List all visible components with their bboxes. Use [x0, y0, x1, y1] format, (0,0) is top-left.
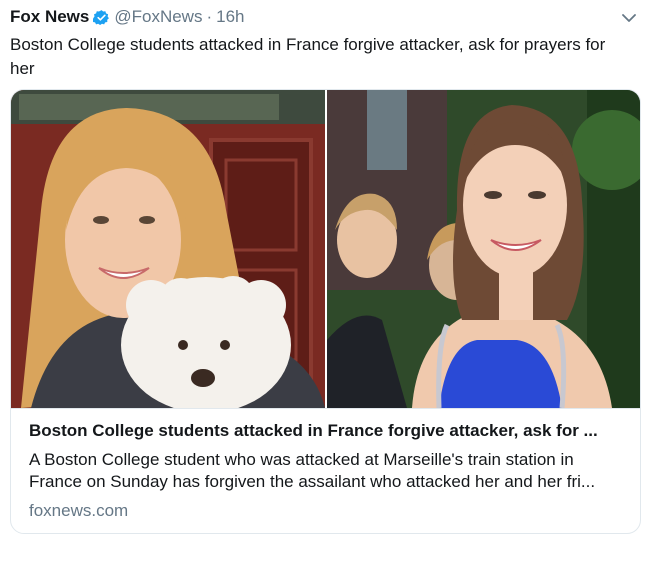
- photo-woman-with-dog: [11, 90, 325, 408]
- card-description: A Boston College student who was attacke…: [29, 450, 596, 491]
- separator-dot: ·: [206, 7, 213, 26]
- photo-woman-smiling: [327, 90, 640, 408]
- tweet-header: Fox News @FoxNews · 16h: [10, 6, 642, 28]
- tweet-timestamp[interactable]: 16h: [216, 7, 244, 27]
- tweet-text: Boston College students attacked in Fran…: [10, 35, 606, 78]
- author-name[interactable]: Fox News: [10, 7, 89, 27]
- card-title[interactable]: Boston College students attacked in Fran…: [29, 421, 629, 441]
- card-image[interactable]: [11, 90, 640, 408]
- verified-badge-icon: [93, 9, 110, 26]
- chevron-down-icon[interactable]: [620, 9, 638, 27]
- card-body[interactable]: Boston College students attacked in Fran…: [11, 408, 640, 533]
- author-handle[interactable]: @FoxNews: [114, 7, 202, 27]
- link-card[interactable]: Boston College students attacked in Fran…: [10, 89, 641, 534]
- card-domain: foxnews.com: [29, 501, 129, 520]
